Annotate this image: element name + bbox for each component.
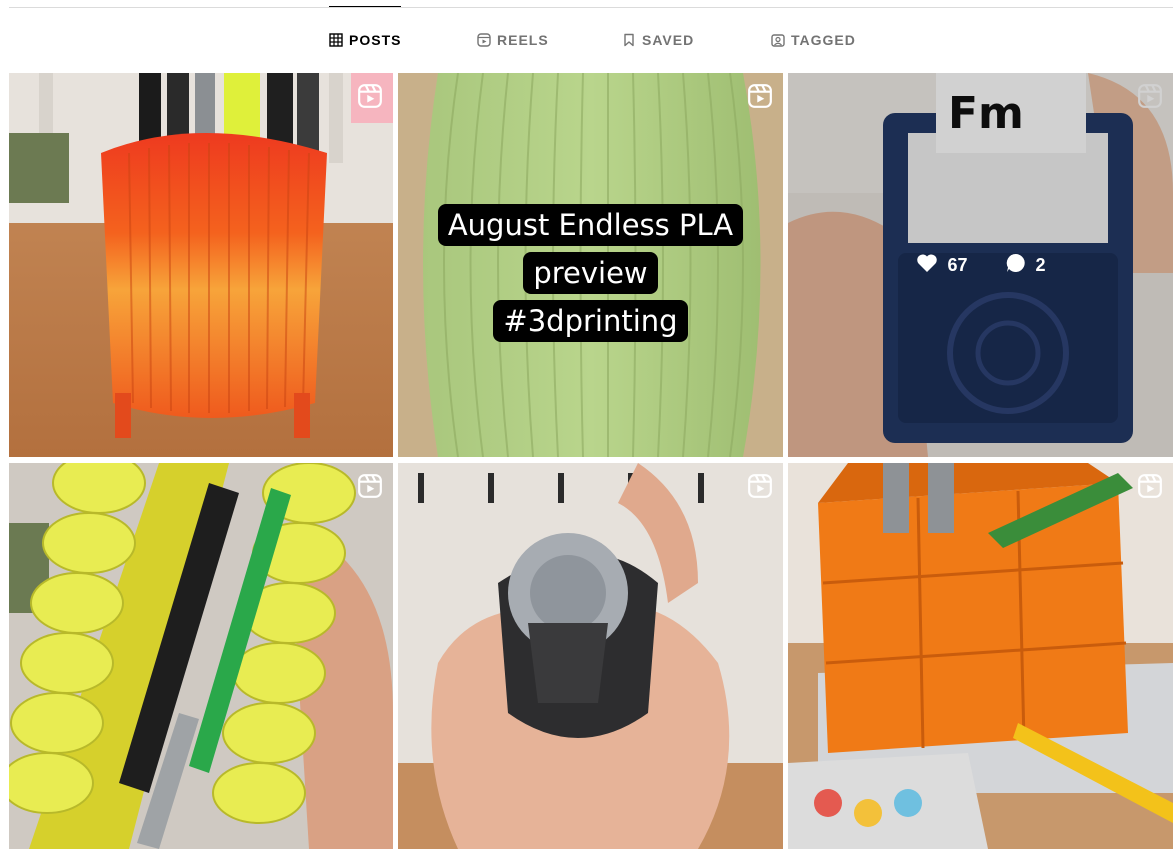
tab-posts-label: POSTS: [349, 32, 402, 48]
tab-saved-label: SAVED: [642, 32, 695, 48]
grid-icon: [329, 33, 343, 47]
reel-badge-icon: [357, 473, 383, 499]
post-tile[interactable]: [9, 463, 393, 849]
post-tile[interactable]: Fm 67 2: [788, 73, 1173, 457]
tab-posts[interactable]: POSTS: [329, 6, 402, 73]
post-tile[interactable]: [9, 73, 393, 457]
like-count: 67: [947, 254, 968, 275]
post-hover-overlay: 67 2: [788, 73, 1173, 457]
tab-reels-label: REELS: [497, 32, 549, 48]
post-tile[interactable]: [788, 463, 1173, 849]
tab-tagged[interactable]: TAGGED: [771, 7, 856, 73]
post-image: [788, 463, 1173, 849]
reel-badge-icon: [747, 83, 773, 109]
posts-grid: August Endless PLA preview #3dprinting F…: [9, 73, 1173, 849]
caption-line: August Endless PLA: [437, 204, 744, 246]
profile-tabs: POSTS REELS SAVED TAGGED: [0, 6, 1173, 73]
post-tile[interactable]: [398, 463, 783, 849]
comment-count: 2: [1035, 254, 1046, 275]
reel-badge-icon: [357, 83, 383, 109]
like-stat: 67: [915, 251, 968, 280]
post-tile[interactable]: August Endless PLA preview #3dprinting: [398, 73, 783, 457]
reel-badge-icon: [747, 473, 773, 499]
post-image: [9, 73, 393, 457]
tab-tagged-label: TAGGED: [791, 32, 856, 48]
tab-reels[interactable]: REELS: [477, 7, 549, 73]
comment-stat: 2: [1004, 251, 1046, 280]
heart-icon: [915, 251, 939, 280]
post-image: [398, 463, 783, 849]
reel-badge-icon: [1137, 473, 1163, 499]
bookmark-icon: [622, 33, 636, 47]
tab-saved[interactable]: SAVED: [622, 7, 694, 73]
tagged-icon: [771, 33, 785, 47]
caption-line: #3dprinting: [493, 300, 688, 342]
comment-icon: [1004, 251, 1028, 280]
post-image: [9, 463, 393, 849]
caption-line: preview: [523, 252, 658, 294]
reel-caption: August Endless PLA preview #3dprinting: [398, 201, 783, 345]
reels-icon: [477, 33, 491, 47]
